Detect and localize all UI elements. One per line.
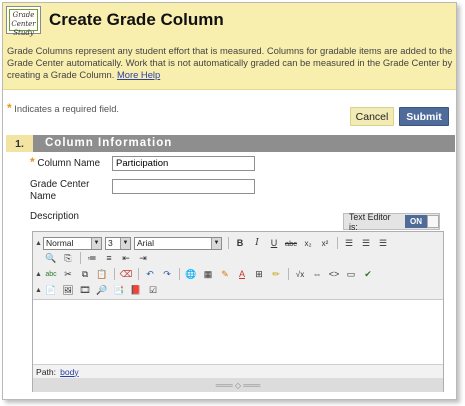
editor-path-bar: Path: body [33,364,443,378]
toolbar-row-4: ▲ 📄 🖼 🎞 🔎 📑 📕 ☑ [35,282,162,298]
resize-grip-icon: ═══ ◇ ═══ [215,380,261,390]
font-size-select[interactable]: 3 ▼ [105,236,131,250]
required-star-icon: * [30,155,35,169]
page-title: Create Grade Column [49,10,224,29]
format-select[interactable]: Normal ▼ [43,236,102,250]
toolbar-row-2: 🔍 ⎘ ≔ ≡ ⇤ ⇥ [35,250,152,266]
collapse-toolbar-icon[interactable]: ▲ [35,271,42,278]
description-text: Grade Columns represent any student effo… [7,45,453,80]
insert-media-icon[interactable]: 🎞 [77,283,93,297]
insert-table-icon[interactable]: ▦ [200,267,216,281]
column-name-input[interactable] [112,156,255,171]
dropdown-arrow-icon: ▼ [211,237,221,249]
copy-icon[interactable]: ⧉ [77,267,93,281]
replace-icon[interactable]: ⎘ [60,251,76,265]
more-help-link[interactable]: More Help [117,69,160,80]
required-star-icon: * [7,101,12,115]
bold-icon[interactable]: B [232,236,248,250]
section-header: 1. Column Information [6,135,455,152]
toolbar-separator [228,237,229,249]
indent-icon[interactable]: ⇥ [135,251,151,265]
font-family-select[interactable]: Arial ▼ [134,236,222,250]
numbered-list-icon[interactable]: ≔ [84,251,100,265]
italic-icon[interactable]: I [249,236,265,250]
submit-button[interactable]: Submit [399,107,449,126]
toolbar-separator [114,268,115,280]
insert-image-icon[interactable]: 🖼 [60,283,76,297]
page-description: Grade Columns represent any student effo… [7,45,455,81]
toolbar-row-3: ▲ abc ✂ ⧉ 📋 ⌫ ↶ ↷ 🌐 ▦ ✎ A ⊞ ✏ √x ⇔ <> ▭ … [35,266,377,282]
section-number: 1. [6,135,33,152]
html-code-icon[interactable]: <> [326,267,342,281]
align-right-icon[interactable]: ☰ [375,236,391,250]
cut-icon[interactable]: ✂ [60,267,76,281]
required-note: * Indicates a required field. [7,101,119,115]
outdent-icon[interactable]: ⇤ [118,251,134,265]
insert-file-icon[interactable]: 📄 [43,283,59,297]
insert-symbol-icon[interactable]: ⊞ [251,267,267,281]
column-name-label: Column Name [37,158,101,169]
course-logo: Grade Center Study [6,6,41,37]
font-size-select-value: 3 [108,238,113,248]
math-equation-icon[interactable]: √x [292,267,308,281]
dropdown-arrow-icon: ▼ [91,237,101,249]
insert-content-icon[interactable]: 📑 [111,283,127,297]
subscript-icon[interactable]: x₂ [300,236,316,250]
superscript-icon[interactable]: x² [317,236,333,250]
clear-formatting-icon[interactable]: ⌫ [118,267,134,281]
path-body-link[interactable]: body [60,367,79,377]
dropdown-arrow-icon: ▼ [120,237,130,249]
format-select-value: Normal [46,238,74,248]
text-color-icon[interactable]: A [234,267,250,281]
underline-icon[interactable]: U [266,236,282,250]
preview-icon[interactable]: ✔ [360,267,376,281]
section-title: Column Information [45,137,173,149]
description-label: Description [30,211,80,222]
grade-center-name-input[interactable] [112,179,255,194]
spellcheck-icon[interactable]: abc [43,267,59,281]
rich-text-editor: ▲ Normal▼ 3▼ Arial▼ B I U abc x₂ x² ☰ [32,231,444,392]
toolbar-separator [80,252,81,264]
bulleted-list-icon[interactable]: ≡ [101,251,117,265]
toolbar-separator [138,268,139,280]
toolbar-separator [179,268,180,280]
toolbar-row-1: ▲ Normal▼ 3▼ Arial▼ B I U abc x₂ x² ☰ [35,235,392,251]
background-color-icon[interactable]: ✏ [268,267,284,281]
path-label: Path: [36,366,57,377]
collapse-toolbar-icon[interactable]: ▲ [35,240,42,247]
required-note-text: Indicates a required field. [14,103,120,114]
insert-mashup-icon[interactable]: 🔎 [94,283,110,297]
embed-media-icon[interactable]: ⇔ [309,267,325,281]
insert-template-icon[interactable]: ☑ [145,283,161,297]
strikethrough-icon[interactable]: abc [283,236,299,250]
collapse-toolbar-icon[interactable]: ▲ [35,287,42,294]
redo-icon[interactable]: ↷ [159,267,175,281]
column-name-label-wrap: * Column Name [30,156,100,170]
font-family-select-value: Arial [137,238,155,248]
find-icon[interactable]: 🔍 [43,251,59,265]
toolbar-separator [337,237,338,249]
insert-link-icon[interactable]: 🌐 [183,267,199,281]
text-editor-toggle-off[interactable] [427,215,440,228]
page-header: Grade Center Study Create Grade Column G… [3,3,456,90]
align-center-icon[interactable]: ☰ [358,236,374,250]
text-editor-label: Text Editor is: [349,211,391,232]
align-left-icon[interactable]: ☰ [341,236,357,250]
create-grade-column-window: Grade Center Study Create Grade Column G… [2,2,457,400]
cancel-button[interactable]: Cancel [350,107,394,126]
grade-center-name-label: Grade Center Name [30,179,90,202]
highlight-pen-icon[interactable]: ✎ [217,267,233,281]
insert-pdf-icon[interactable]: 📕 [128,283,144,297]
undo-icon[interactable]: ↶ [142,267,158,281]
toolbar-separator [288,268,289,280]
text-editor-toggle[interactable]: ON [404,215,428,228]
fullscreen-icon[interactable]: ▭ [343,267,359,281]
editor-content-area[interactable] [33,300,443,364]
editor-toolbar: ▲ Normal▼ 3▼ Arial▼ B I U abc x₂ x² ☰ [33,232,443,300]
paste-icon[interactable]: 📋 [94,267,110,281]
editor-resize-handle[interactable]: ═══ ◇ ═══ [33,378,443,392]
text-editor-state: Text Editor is: ON [343,211,440,232]
logo-text: Grade Center Study [9,9,38,37]
